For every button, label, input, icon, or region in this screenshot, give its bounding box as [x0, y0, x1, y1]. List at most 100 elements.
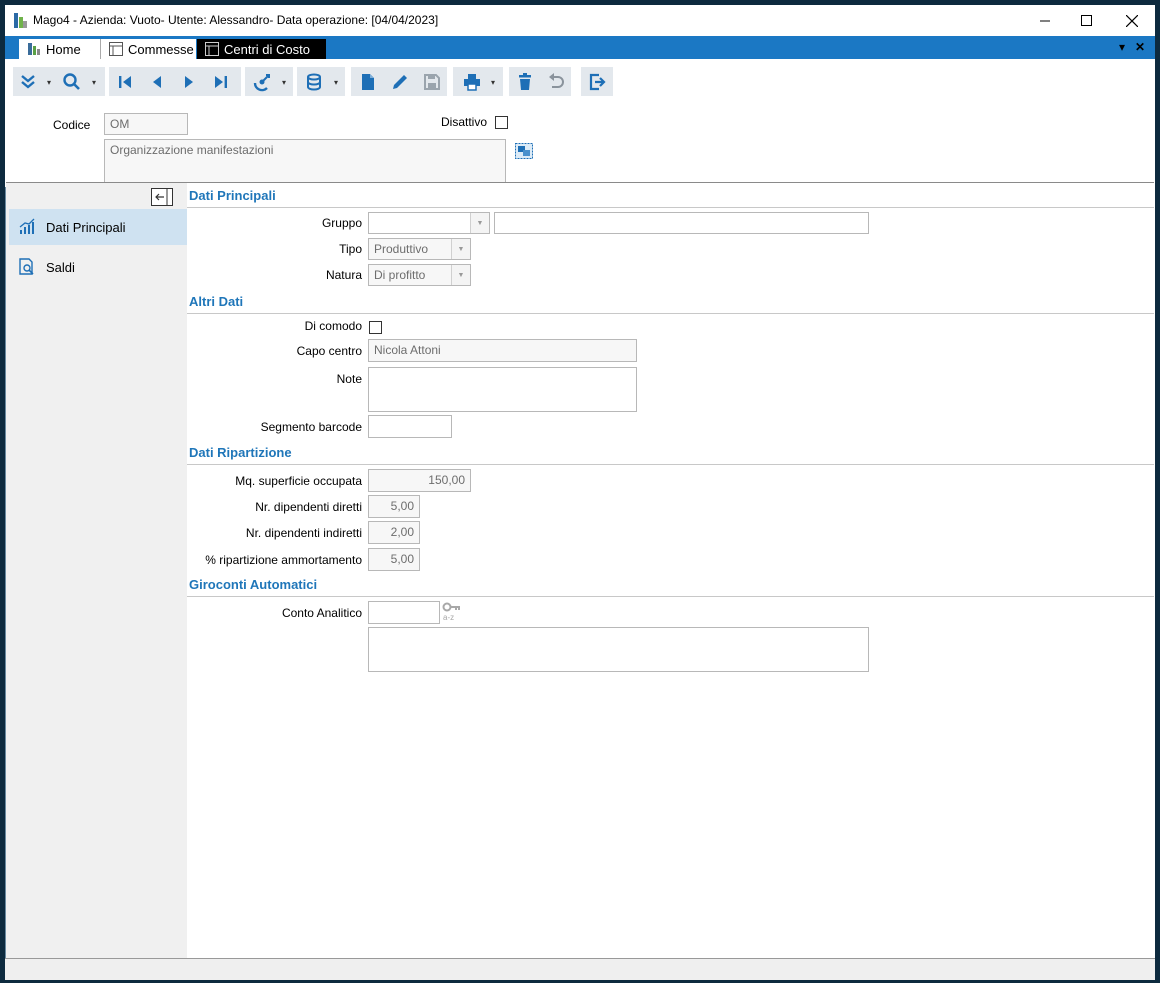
dipendenti-diretti-field[interactable]: 5,00 — [368, 495, 420, 518]
disattivo-checkbox[interactable] — [495, 116, 508, 129]
sidebar-item-label: Saldi — [46, 259, 75, 275]
segmento-barcode-field[interactable] — [368, 415, 452, 438]
save-button[interactable] — [417, 67, 446, 96]
chevron-down-icon[interactable]: ▾ — [47, 78, 55, 87]
tab-centri-di-costo-label: Centri di Costo — [224, 41, 310, 57]
exit-button[interactable] — [582, 67, 611, 96]
natura-value: Di profitto — [374, 268, 426, 282]
chevron-down-icon[interactable]: ▼ — [470, 213, 489, 233]
app-logo-icon — [14, 13, 27, 28]
di-comodo-label: Di comodo — [304, 319, 362, 333]
maximize-icon — [1080, 15, 1092, 26]
print-icon — [463, 73, 480, 91]
tipo-value: Produttivo — [374, 242, 429, 256]
codice-field[interactable]: OM — [104, 113, 188, 135]
sidebar-item-label: Dati Principali — [46, 219, 126, 235]
form-icon — [109, 42, 123, 56]
tab-list-dropdown-icon[interactable]: ▾ — [1119, 40, 1125, 54]
expand-icon — [20, 74, 35, 89]
section-altri-dati: Altri Dati — [189, 294, 244, 309]
first-record-button[interactable] — [110, 67, 139, 96]
title-bar: Mago4 - Azienda: Vuoto- Utente: Alessand… — [5, 5, 1155, 36]
mq-superficie-label: Mq. superficie occupata — [235, 474, 362, 488]
undo-button[interactable] — [541, 67, 570, 96]
collapse-sidebar-icon[interactable] — [151, 188, 173, 206]
capo-centro-field[interactable]: Nicola Attoni — [368, 339, 637, 362]
app-window: Mago4 - Azienda: Vuoto- Utente: Alessand… — [5, 5, 1155, 980]
radar-icon — [253, 73, 270, 91]
conto-analitico-description-field[interactable] — [368, 627, 869, 672]
search-button[interactable] — [57, 67, 86, 96]
sidebar-item-dati-principali[interactable]: Dati Principali — [9, 209, 187, 245]
minimize-button[interactable] — [1022, 5, 1068, 36]
gruppo-combo[interactable]: ▼ — [368, 212, 490, 234]
chart-icon — [19, 218, 35, 234]
translation-icon[interactable] — [515, 143, 533, 159]
chevron-down-icon[interactable]: ▼ — [451, 239, 470, 259]
chevron-down-icon[interactable]: ▾ — [92, 78, 100, 87]
form-content: Dati Principali Gruppo ▼ Tipo Produttivo… — [187, 183, 1154, 958]
natura-combo[interactable]: Di profitto ▼ — [368, 264, 471, 286]
conto-analitico-field[interactable] — [368, 601, 440, 624]
home-icon — [28, 43, 40, 55]
sidebar: Dati Principali Saldi — [6, 183, 187, 958]
di-comodo-checkbox[interactable] — [369, 321, 382, 334]
previous-record-button[interactable] — [142, 67, 171, 96]
sidebar-item-saldi[interactable]: Saldi — [9, 249, 187, 285]
body-area: Dati Principali Saldi Dati Principali Gr… — [6, 182, 1154, 959]
dipendenti-indiretti-label: Nr. dipendenti indiretti — [245, 526, 362, 540]
document-tab-bar: Home Commesse Centri di Costo ▾ ✕ — [5, 36, 1155, 59]
close-button[interactable] — [1109, 5, 1155, 36]
next-record-icon — [184, 75, 193, 88]
chevron-down-icon[interactable]: ▾ — [491, 78, 499, 87]
tab-home-label: Home — [46, 41, 81, 57]
section-divider — [187, 464, 1154, 465]
record-header: Codice OM Disattivo Organizzazione manif… — [5, 103, 1155, 187]
chevron-down-icon[interactable]: ▾ — [282, 78, 290, 87]
first-record-icon — [118, 75, 131, 88]
exit-icon — [589, 73, 606, 90]
delete-icon — [518, 72, 531, 90]
last-record-button[interactable] — [206, 67, 235, 96]
database-button[interactable] — [300, 67, 329, 96]
edit-icon — [392, 74, 407, 89]
section-dati-ripartizione: Dati Ripartizione — [189, 445, 292, 460]
database-icon — [306, 73, 321, 90]
tab-commesse[interactable]: Commesse — [100, 39, 196, 59]
edit-button[interactable] — [385, 67, 414, 96]
mq-superficie-field[interactable]: 150,00 — [368, 469, 471, 492]
delete-button[interactable] — [510, 67, 539, 96]
section-divider — [187, 313, 1154, 314]
search-icon — [62, 72, 80, 90]
dipendenti-indiretti-field[interactable]: 2,00 — [368, 521, 420, 544]
chevron-down-icon[interactable]: ▼ — [451, 265, 470, 285]
section-divider — [187, 207, 1154, 208]
main-toolbar: ▾ ▾ ▾ ▾ ▾ — [5, 59, 1155, 104]
expand-button[interactable] — [13, 67, 42, 96]
chevron-down-icon[interactable]: ▾ — [334, 78, 342, 87]
status-bar — [5, 958, 1155, 980]
undo-icon — [548, 72, 564, 88]
codice-label: Codice — [53, 118, 91, 132]
ripartizione-ammortamento-field[interactable]: 5,00 — [368, 548, 420, 571]
save-icon — [423, 73, 440, 90]
ripartizione-ammortamento-label: % ripartizione ammortamento — [205, 553, 362, 567]
key-lookup-icon[interactable]: a-z — [442, 602, 462, 622]
note-field[interactable] — [368, 367, 637, 412]
conto-analitico-label: Conto Analitico — [281, 606, 362, 620]
tipo-combo[interactable]: Produttivo ▼ — [368, 238, 471, 260]
segmento-barcode-label: Segmento barcode — [260, 420, 362, 434]
descrizione-field[interactable]: Organizzazione manifestazioni — [104, 139, 506, 184]
close-tab-icon[interactable]: ✕ — [1135, 40, 1145, 54]
gruppo-description-field[interactable] — [494, 212, 869, 234]
gruppo-label: Gruppo — [321, 216, 362, 230]
maximize-button[interactable] — [1063, 5, 1109, 36]
tab-home[interactable]: Home — [19, 39, 100, 59]
tab-centri-di-costo[interactable]: Centri di Costo — [197, 39, 326, 59]
minimize-icon — [1039, 20, 1050, 22]
radar-button[interactable] — [247, 67, 276, 96]
window-title: Mago4 - Azienda: Vuoto- Utente: Alessand… — [33, 13, 439, 27]
print-button[interactable] — [457, 67, 486, 96]
new-document-button[interactable] — [353, 67, 382, 96]
next-record-button[interactable] — [174, 67, 203, 96]
